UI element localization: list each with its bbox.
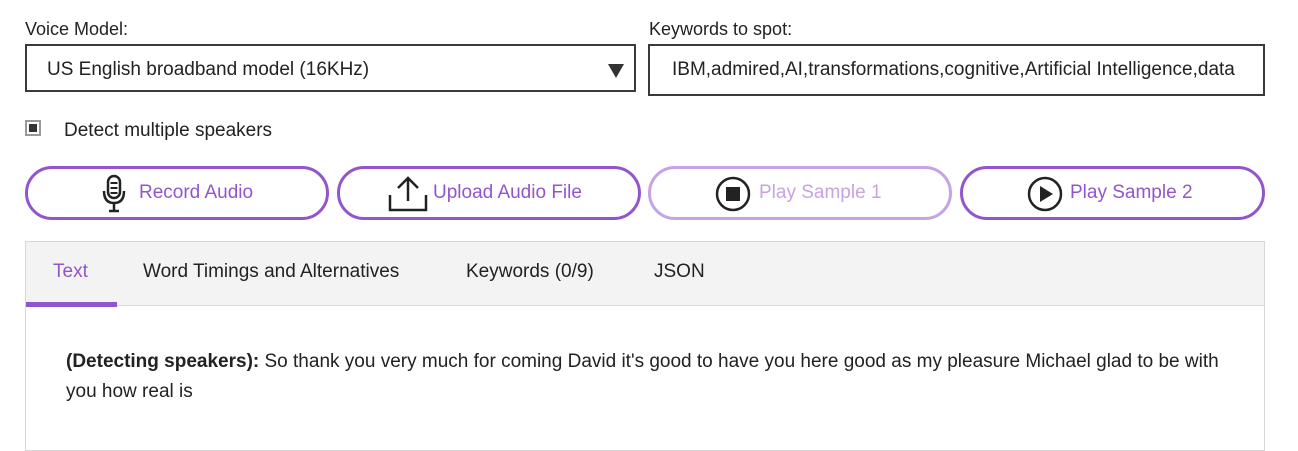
keywords-input[interactable] — [650, 46, 1263, 94]
results-panel: Text Word Timings and Alternatives Keywo… — [25, 241, 1265, 451]
keywords-label: Keywords to spot: — [649, 19, 793, 39]
keywords-field-container — [648, 44, 1265, 96]
tab-word-timings-label: Word Timings and Alternatives — [143, 261, 400, 282]
tab-json[interactable]: JSON — [636, 242, 716, 306]
active-tab-indicator — [26, 302, 117, 307]
transcript-text: (Detecting speakers): So thank you very … — [66, 347, 1226, 407]
stop-icon — [714, 175, 752, 218]
tab-word-timings[interactable]: Word Timings and Alternatives — [126, 242, 426, 306]
voice-model-select[interactable]: US English broadband model (16KHz) — [25, 44, 636, 92]
tab-bar: Text Word Timings and Alternatives Keywo… — [26, 242, 1264, 307]
upload-audio-button[interactable]: Upload Audio File — [337, 166, 641, 220]
tab-text[interactable]: Text — [26, 242, 117, 307]
record-audio-button[interactable]: Record Audio — [25, 166, 329, 220]
tab-text-label: Text — [53, 261, 88, 282]
voice-model-label: Voice Model: — [25, 19, 129, 39]
checkbox-check-mark — [29, 124, 37, 132]
upload-icon — [387, 175, 429, 218]
play-icon — [1026, 175, 1064, 218]
play-sample-2-label: Play Sample 2 — [1070, 182, 1193, 203]
tab-keywords[interactable]: Keywords (0/9) — [451, 242, 611, 306]
record-audio-label: Record Audio — [139, 182, 254, 203]
detect-speakers-checkbox[interactable] — [25, 120, 41, 136]
play-sample-1-label: Play Sample 1 — [759, 182, 882, 203]
voice-model-selected-value: US English broadband model (16KHz) — [47, 59, 370, 80]
upload-audio-label: Upload Audio File — [433, 182, 582, 203]
detect-speakers-label: Detect multiple speakers — [64, 120, 273, 141]
tab-keywords-label: Keywords (0/9) — [466, 261, 594, 282]
tab-json-label: JSON — [654, 261, 705, 282]
speaker-detection-prefix: (Detecting speakers): — [66, 351, 260, 372]
play-sample-2-button[interactable]: Play Sample 2 — [960, 166, 1265, 220]
dropdown-arrow-icon[interactable] — [608, 64, 624, 78]
play-sample-1-button[interactable]: Play Sample 1 — [648, 166, 952, 220]
microphone-icon — [99, 174, 129, 219]
